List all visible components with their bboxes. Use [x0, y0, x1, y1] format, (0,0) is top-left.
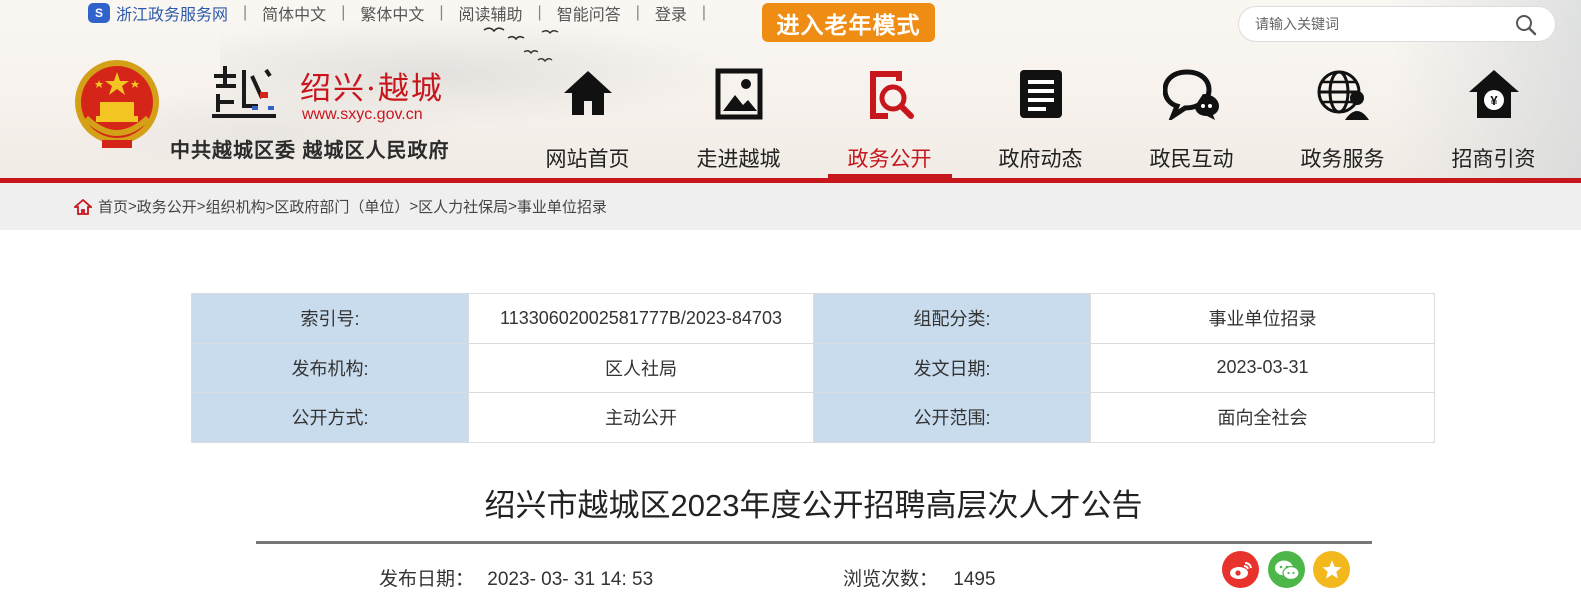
- publisher-label: 发布机构:: [191, 342, 469, 393]
- breadcrumb: 首页 > 政务公开 > 组织机构 > 区政府部门（单位） > 区人力社保局 > 事业单位招…: [0, 183, 1581, 230]
- search-doc-icon: [865, 60, 915, 124]
- table-row: 索引号: 11330602002581777B/2023-84703 组配分类:…: [191, 293, 1435, 344]
- national-emblem-icon: [75, 60, 159, 148]
- publish-date-value: 2023- 03- 31 14: 53: [487, 569, 654, 590]
- wechat-share-button[interactable]: [1268, 551, 1305, 588]
- view-count: 浏览次数： 1495: [843, 564, 996, 591]
- separator: |: [243, 4, 248, 21]
- main-nav: 网站首页 走进越城 政务公开 政府动态 政民互动 政务服务 ¥ 招商引资: [512, 60, 1569, 178]
- nav-label: 政务公开: [847, 148, 932, 171]
- nav-item-gov-affairs[interactable]: 政务公开: [814, 60, 965, 178]
- nav-item-investment[interactable]: ¥ 招商引资: [1418, 60, 1569, 178]
- separator: |: [701, 4, 707, 21]
- top-utility-bar: S 浙江政务服务网 | 简体中文 | 繁体中文 | 阅读辅助 | 智能问答 | …: [88, 2, 721, 24]
- publish-date: 发布日期： 2023- 03- 31 14: 53: [379, 564, 653, 591]
- house-yen-icon: ¥: [1467, 60, 1521, 124]
- favorite-share-button[interactable]: [1313, 551, 1350, 588]
- issue-date-value: 2023-03-31: [1090, 342, 1435, 393]
- weibo-share-button[interactable]: [1222, 551, 1259, 588]
- breadcrumb-separator: >: [196, 198, 206, 215]
- svg-text:¥: ¥: [1490, 93, 1498, 108]
- disclosure-scope-value: 面向全社会: [1090, 392, 1435, 443]
- nav-item-services[interactable]: 政务服务: [1267, 60, 1418, 178]
- traditional-chinese-link[interactable]: 繁体中文: [360, 1, 424, 25]
- separator: |: [537, 4, 542, 21]
- smart-qa-link[interactable]: 智能问答: [557, 1, 621, 25]
- breadcrumb-hr-bureau[interactable]: 区人力社保局: [418, 196, 508, 217]
- site-logo-title: 绍兴·越城: [300, 71, 444, 107]
- breadcrumb-separator: >: [508, 198, 517, 215]
- document-icon: [1018, 60, 1064, 124]
- title-divider: [256, 541, 1372, 544]
- separator: |: [635, 4, 640, 21]
- globe-person-icon: [1315, 60, 1371, 124]
- breadcrumb-separator: >: [409, 198, 419, 215]
- index-number-value: 11330602002581777B/2023-84703: [468, 293, 814, 344]
- chat-icon: [1162, 60, 1221, 124]
- home-icon: [561, 60, 615, 124]
- home-icon: [74, 198, 92, 215]
- login-link[interactable]: 登录: [655, 1, 687, 25]
- nav-label: 走进越城: [696, 148, 781, 171]
- view-count-label: 浏览次数：: [843, 569, 939, 590]
- breadcrumb-home[interactable]: 首页: [98, 196, 128, 217]
- category-label: 组配分类:: [813, 293, 1091, 344]
- elder-mode-button[interactable]: 进入老年模式: [762, 3, 935, 42]
- nav-label: 网站首页: [545, 148, 630, 171]
- publish-date-label: 发布日期：: [379, 569, 475, 590]
- picture-icon: [715, 60, 763, 124]
- disclosure-method-label: 公开方式:: [191, 392, 469, 443]
- view-count-value: 1495: [953, 569, 996, 590]
- disclosure-method-value: 主动公开: [468, 392, 814, 443]
- breadcrumb-departments[interactable]: 区政府部门（单位）: [274, 196, 409, 217]
- nav-item-interaction[interactable]: 政民互动: [1116, 60, 1267, 178]
- wechat-icon: [1274, 560, 1300, 580]
- table-row: 发布机构: 区人社局 发文日期: 2023-03-31: [191, 342, 1435, 393]
- separator: |: [439, 4, 444, 21]
- nav-item-gov-news[interactable]: 政府动态: [965, 60, 1116, 178]
- nav-item-home[interactable]: 网站首页: [512, 60, 663, 178]
- breadcrumb-recruitment[interactable]: 事业单位招录: [517, 196, 607, 217]
- index-number-label: 索引号:: [191, 293, 469, 344]
- separator: |: [341, 4, 346, 21]
- disclosure-scope-label: 公开范围:: [813, 392, 1091, 443]
- site-header: S 浙江政务服务网 | 简体中文 | 繁体中文 | 阅读辅助 | 智能问答 | …: [0, 0, 1581, 178]
- nav-label: 招商引资: [1451, 148, 1536, 171]
- search-icon[interactable]: [1515, 14, 1537, 41]
- breadcrumb-separator: >: [128, 198, 137, 215]
- issue-date-label: 发文日期:: [813, 342, 1091, 393]
- site-organization: 中共越城区委 越城区人民政府: [170, 140, 450, 162]
- breadcrumb-organization[interactable]: 组织机构: [206, 196, 266, 217]
- nav-label: 政府动态: [998, 148, 1083, 171]
- nav-label: 政民互动: [1149, 148, 1234, 171]
- reading-assist-link[interactable]: 阅读辅助: [459, 1, 523, 25]
- document-info-table: 索引号: 11330602002581777B/2023-84703 组配分类:…: [191, 293, 1435, 443]
- search-input[interactable]: [1255, 16, 1505, 32]
- simplified-chinese-link[interactable]: 简体中文: [262, 1, 326, 25]
- weibo-icon: [1229, 561, 1252, 579]
- nav-label: 政务服务: [1300, 148, 1385, 171]
- zhejiang-portal-icon: S: [88, 3, 110, 23]
- breadcrumb-gov-affairs[interactable]: 政务公开: [137, 196, 197, 217]
- category-value: 事业单位招录: [1090, 293, 1435, 344]
- nav-item-about[interactable]: 走进越城: [663, 60, 814, 178]
- favorite-icon: [1322, 560, 1341, 578]
- breadcrumb-separator: >: [265, 198, 275, 215]
- article-title: 绍兴市越城区2023年度公开招聘高层次人才公告: [484, 488, 1143, 523]
- zhejiang-portal-label: 浙江政务服务网: [116, 7, 229, 24]
- publisher-value: 区人社局: [468, 342, 814, 393]
- yuecheng-calligraphy-logo: [212, 66, 276, 118]
- site-url: www.sxyc.gov.cn: [302, 106, 423, 123]
- table-row: 公开方式: 主动公开 公开范围: 面向全社会: [191, 392, 1435, 443]
- zhejiang-portal-link[interactable]: S 浙江政务服务网: [88, 1, 228, 25]
- search-box: [1238, 6, 1556, 42]
